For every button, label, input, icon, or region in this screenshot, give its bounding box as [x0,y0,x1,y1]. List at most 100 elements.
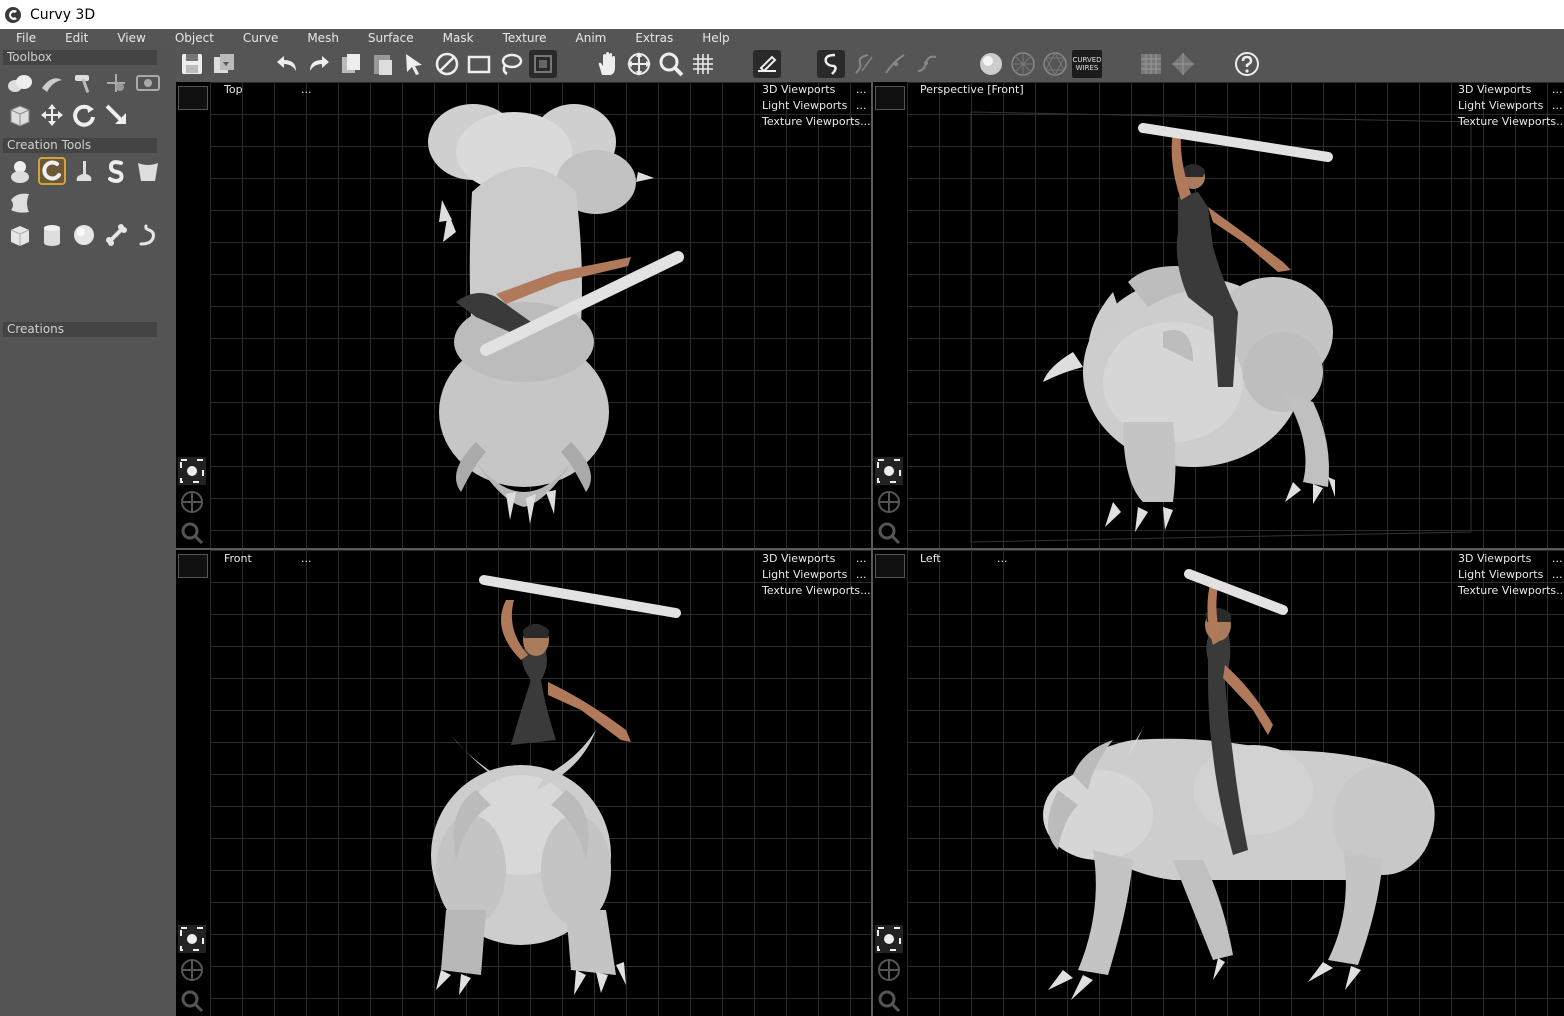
menu-curve[interactable]: Curve [227,29,291,47]
rectangle-select-icon[interactable] [465,50,493,78]
save-icon[interactable] [178,50,206,78]
viewport-front[interactable]: Front ... 3D Viewports ... Light Viewpor… [176,550,871,1016]
menu-file[interactable]: File [0,29,49,47]
light-viewports-options[interactable]: ... [1552,567,1563,582]
zoom-icon[interactable] [657,50,685,78]
3d-viewports-link[interactable]: 3D Viewports [1458,82,1531,97]
copy-icon[interactable] [337,50,365,78]
light-viewports-link[interactable]: Light Viewports [762,98,847,113]
grid-toggle-icon[interactable] [689,50,717,78]
toolbox-header[interactable]: Toolbox [3,50,157,65]
undo-icon[interactable] [273,50,301,78]
viewport-options-button[interactable]: ... [301,551,312,566]
menu-view[interactable]: View [101,29,158,47]
curve-join-icon[interactable] [913,50,941,78]
texture-viewports-link[interactable]: Texture Viewports... [1458,114,1564,129]
curve-tool-icon[interactable] [38,157,66,185]
3d-viewports-options[interactable]: ... [856,551,867,566]
top-view-model[interactable] [176,82,871,548]
light-viewports-link[interactable]: Light Viewports [1458,98,1543,113]
viewport-options-button[interactable]: ... [301,82,312,97]
texture-viewports-link[interactable]: Texture Viewports... [762,583,871,598]
hammer-tool-icon[interactable] [70,69,98,97]
main-toolbar: CURVED WIRES [176,47,1564,82]
select-arrow-icon[interactable] [401,50,429,78]
3d-viewports-options[interactable]: ... [856,82,867,97]
curved-wires-button[interactable]: CURVED WIRES [1072,50,1102,78]
left-panel: Toolbox Creation Tools Creations [0,47,176,1016]
pan-hand-icon[interactable] [593,50,621,78]
menu-mask[interactable]: Mask [427,29,487,47]
light-viewports-options[interactable]: ... [1552,98,1563,113]
curve-split-icon[interactable] [881,50,909,78]
3d-viewports-link[interactable]: 3D Viewports [762,551,835,566]
tube-primitive-icon[interactable] [134,221,162,249]
inflate-tool-icon[interactable] [6,157,34,185]
3d-viewports-options[interactable]: ... [1552,82,1563,97]
save-as-icon[interactable] [210,50,238,78]
menu-texture[interactable]: Texture [487,29,560,47]
light-viewports-link[interactable]: Light Viewports [1458,567,1543,582]
menu-surface[interactable]: Surface [352,29,427,47]
3d-viewports-options[interactable]: ... [1552,551,1563,566]
orbit-move-icon[interactable] [625,50,653,78]
mesh-wires-icon[interactable] [1041,50,1069,78]
viewport-options-button[interactable]: ... [997,551,1008,566]
sphere-primitive-icon[interactable] [70,221,98,249]
ground-grid-icon[interactable] [1137,50,1165,78]
paste-icon[interactable] [369,50,397,78]
lathe-tool-icon[interactable] [70,157,98,185]
3d-viewports-link[interactable]: 3D Viewports [762,82,835,97]
viewport-name: Top [224,83,243,96]
light-viewports-link[interactable]: Light Viewports [762,567,847,582]
viewport-top[interactable]: Top ... 3D Viewports ... Light Viewports… [176,82,871,548]
menu-extras[interactable]: Extras [619,29,686,47]
deselect-icon[interactable] [433,50,461,78]
front-view-model[interactable] [176,550,871,1016]
draw-mode-icon[interactable] [753,50,781,78]
bone-primitive-icon[interactable] [102,221,130,249]
s-curve-tool-icon[interactable] [102,157,130,185]
perspective-view-model[interactable] [873,82,1564,548]
menu-edit[interactable]: Edit [49,29,101,47]
sheet-tool-icon[interactable] [6,189,34,217]
help-icon[interactable] [1233,50,1261,78]
camera-tool-icon[interactable] [134,69,162,97]
light-viewports-options[interactable]: ... [856,567,867,582]
viewport-perspective[interactable]: Perspective [Front] 3D Viewports ... Lig… [873,82,1564,548]
symmetry-plane-icon[interactable] [1169,50,1197,78]
viewport-name: Perspective [Front] [920,83,1024,96]
cylinder-primitive-icon[interactable] [38,221,66,249]
light-viewports-options[interactable]: ... [856,98,867,113]
creations-header[interactable]: Creations [3,322,157,337]
blobs-tool-icon[interactable] [6,69,34,97]
left-view-model[interactable] [873,550,1564,1016]
window-title: Curvy 3D [30,6,96,23]
viewport-name: Left [920,552,941,565]
redo-icon[interactable] [305,50,333,78]
texture-viewports-link[interactable]: Texture Viewports... [1458,583,1564,598]
box-select-tool-icon[interactable] [6,101,34,129]
shaded-mode-icon[interactable] [977,50,1005,78]
pivot-tool-icon[interactable] [102,69,130,97]
menu-help[interactable]: Help [686,29,742,47]
cube-primitive-icon[interactable] [6,221,34,249]
texture-viewports-link[interactable]: Texture Viewports... [762,114,871,129]
curve-smooth-icon[interactable] [849,50,877,78]
extrude-tool-icon[interactable] [134,157,162,185]
3d-viewports-link[interactable]: 3D Viewports [1458,551,1531,566]
menu-object[interactable]: Object [159,29,227,47]
menu-mesh[interactable]: Mesh [291,29,352,47]
move-tool-icon[interactable] [38,101,66,129]
viewport-splitter-horizontal[interactable] [176,548,1564,550]
wireframe-mode-icon[interactable] [1009,50,1037,78]
menu-anim[interactable]: Anim [560,29,620,47]
creation-tools-header[interactable]: Creation Tools [3,138,157,153]
lasso-select-icon[interactable] [497,50,525,78]
scale-tool-icon[interactable] [102,101,130,129]
curve-edit-icon[interactable] [817,50,845,78]
rotate-tool-icon[interactable] [70,101,98,129]
twist-tool-icon[interactable] [38,69,66,97]
viewport-left[interactable]: Left ... 3D Viewports ... Light Viewport… [873,550,1564,1016]
mask-select-icon[interactable] [529,50,557,78]
